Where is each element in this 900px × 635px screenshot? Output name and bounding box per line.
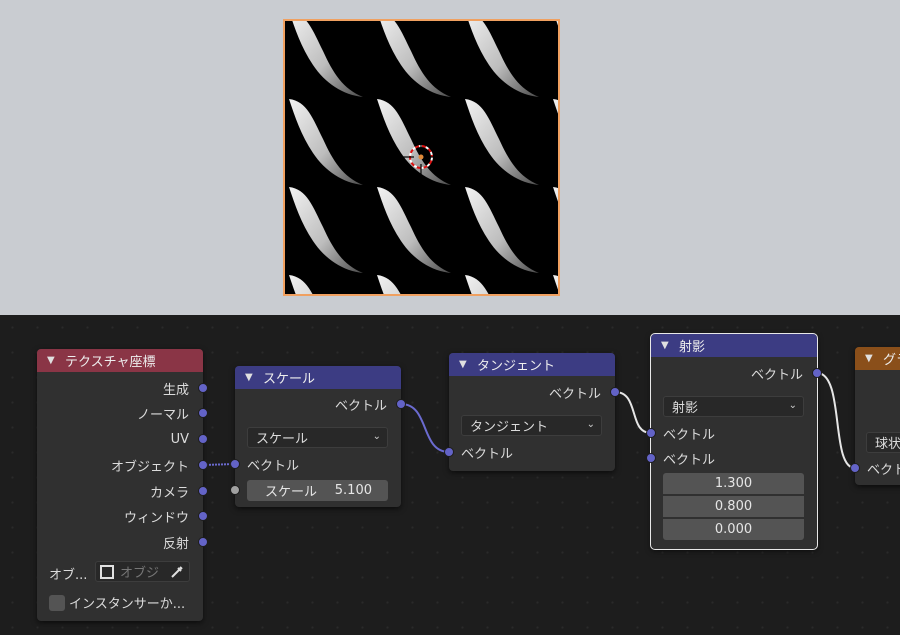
object-placeholder: オブジ: [120, 566, 160, 581]
3d-cursor-icon[interactable]: [397, 133, 445, 181]
chevron-down-icon[interactable]: ▼: [459, 359, 471, 370]
node-title: 射影: [679, 340, 706, 355]
gradient-type-dropdown[interactable]: 球状: [866, 432, 900, 453]
chevron-down-icon[interactable]: ▼: [47, 355, 59, 366]
input-vector: ベクトル: [461, 446, 514, 462]
socket-generated[interactable]: [198, 383, 208, 393]
link-project-to-gradient: [816, 372, 856, 469]
vector-project-node[interactable]: ▼ 射影 ベクトル 射影 ⌄ ベクトル ベクトル 1.300 0.800 0.0…: [646, 333, 822, 550]
chevron-down-icon: ⌄: [372, 431, 381, 442]
socket-uv[interactable]: [198, 434, 208, 444]
output-object: オブジェクト: [110, 459, 189, 475]
scale-value-field[interactable]: スケール 5.100: [247, 480, 388, 501]
operation-dropdown[interactable]: タンジェント ⌄: [461, 415, 602, 436]
socket-scale-in[interactable]: [230, 485, 240, 495]
output-normal: ノーマル: [136, 407, 189, 423]
gradient-texture-node[interactable]: ▼ グラ 球状 ベクトル: [850, 347, 900, 485]
node-title: タンジェント: [477, 359, 556, 374]
node-title: スケール: [263, 372, 316, 387]
socket-vector-b-in[interactable]: [646, 453, 656, 463]
object-label: オブ...: [49, 568, 88, 583]
operation-dropdown[interactable]: 射影 ⌄: [663, 396, 804, 417]
instancer-label: インスタンサーか...: [69, 597, 186, 612]
object-picker-field[interactable]: オブジ: [95, 561, 190, 582]
input-vector-a: ベクトル: [663, 427, 716, 443]
node-title: グラ: [883, 353, 900, 368]
socket-vector-out[interactable]: [812, 368, 822, 378]
output-window: ウィンドウ: [123, 510, 189, 526]
socket-vector-out[interactable]: [396, 399, 406, 409]
operation-dropdown[interactable]: スケール ⌄: [247, 427, 388, 448]
node-header[interactable]: ▼ グラ: [855, 347, 900, 370]
chevron-down-icon[interactable]: ▼: [661, 340, 673, 351]
link-tangent-to-project: [614, 391, 652, 434]
vector-scale-node[interactable]: ▼ スケール ベクトル スケール ⌄ ベクトル スケール 5.100: [230, 366, 406, 507]
node-header[interactable]: ▼ 射影: [651, 334, 817, 357]
input-vector-b: ベクトル: [663, 452, 716, 468]
instancer-checkbox-row[interactable]: インスタンサーか...: [49, 593, 185, 612]
node-header[interactable]: ▼ スケール: [235, 366, 401, 389]
shader-node-editor[interactable]: ▼ テクスチャ座標 生成 ノーマル UV オブジェクト カメラ ウィンドウ 反射…: [0, 315, 900, 635]
input-vector: ベクトル: [867, 462, 900, 478]
output-vector: ベクトル: [334, 398, 387, 414]
chevron-down-icon[interactable]: ▼: [245, 372, 257, 383]
node-header[interactable]: ▼ テクスチャ座標: [37, 349, 203, 372]
input-vector: ベクトル: [247, 458, 300, 474]
vector-tangent-node[interactable]: ▼ タンジェント ベクトル タンジェント ⌄ ベクトル: [444, 353, 620, 471]
socket-vector-in[interactable]: [230, 459, 240, 469]
socket-vector-in[interactable]: [850, 463, 860, 473]
chevron-down-icon: ⌄: [788, 400, 797, 411]
socket-object[interactable]: [198, 460, 208, 470]
3d-viewport[interactable]: [0, 0, 900, 315]
socket-vector-out[interactable]: [610, 387, 620, 397]
eyedropper-icon[interactable]: [169, 564, 185, 580]
output-vector: ベクトル: [750, 367, 803, 383]
output-vector: ベクトル: [548, 386, 601, 402]
socket-vector-a-in[interactable]: [646, 428, 656, 438]
node-header[interactable]: ▼ タンジェント: [449, 353, 615, 376]
chevron-down-icon[interactable]: ▼: [865, 353, 877, 364]
output-uv: UV: [170, 431, 189, 447]
socket-reflection[interactable]: [198, 537, 208, 547]
vector-z-field[interactable]: 0.000: [663, 519, 804, 540]
vector-y-field[interactable]: 0.800: [663, 496, 804, 517]
output-camera: カメラ: [149, 485, 189, 501]
socket-camera[interactable]: [198, 486, 208, 496]
output-reflection: 反射: [162, 536, 189, 552]
instancer-checkbox[interactable]: [49, 594, 65, 611]
object-square-icon: [100, 564, 114, 579]
chevron-down-icon: ⌄: [586, 419, 595, 430]
socket-vector-in[interactable]: [444, 447, 454, 457]
socket-window[interactable]: [198, 511, 208, 521]
node-title: テクスチャ座標: [65, 355, 156, 370]
link-scale-to-tangent: [400, 403, 450, 453]
texture-coordinate-node[interactable]: ▼ テクスチャ座標 生成 ノーマル UV オブジェクト カメラ ウィンドウ 反射…: [37, 349, 208, 621]
vector-x-field[interactable]: 1.300: [663, 473, 804, 494]
socket-normal[interactable]: [198, 408, 208, 418]
output-generated: 生成: [162, 382, 189, 398]
